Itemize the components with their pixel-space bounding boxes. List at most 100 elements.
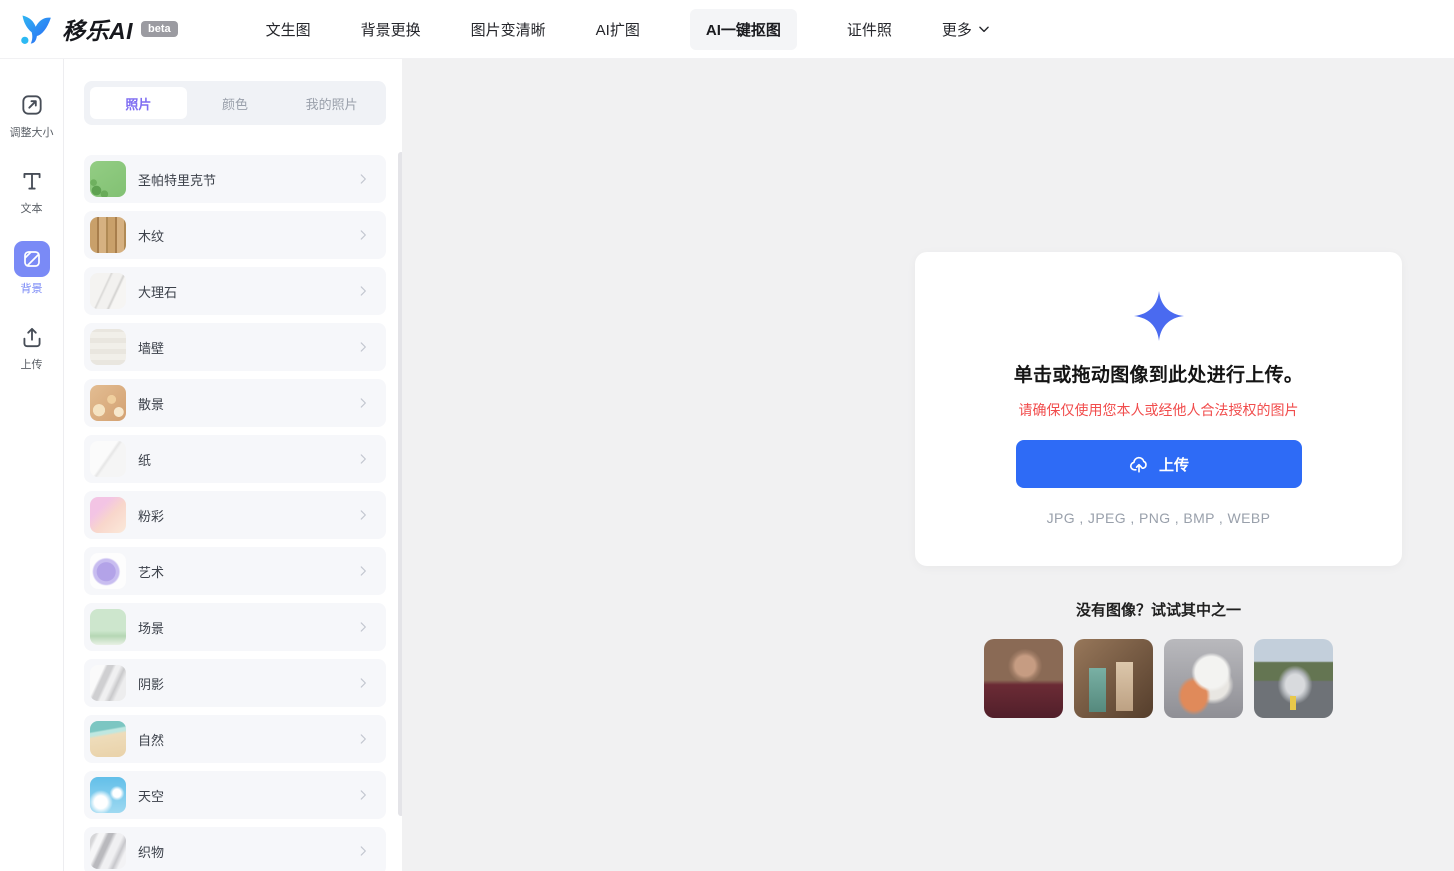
category-item-nature[interactable]: 自然 [84,715,386,763]
upload-button[interactable]: 上传 [1015,440,1302,488]
chevron-right-icon [360,566,366,576]
category-item-scene[interactable]: 场景 [84,603,386,651]
category-label: 纸 [138,452,152,468]
category-thumbnail [90,777,126,813]
chevron-right-icon [360,622,366,632]
category-item-paper[interactable]: 纸 [84,435,386,483]
tool-sidebar: 调整大小 文本 背景 上传 [0,59,64,871]
category-thumbnail [90,833,126,869]
sidebar-item-label: 文本 [20,203,43,215]
main-nav: 文生图 背景更换 图片变清晰 AI扩图 AI一键抠图 证件照 更多 [266,8,991,50]
category-label: 自然 [138,732,165,748]
category-thumbnail [90,441,126,477]
chevron-right-icon [360,230,366,240]
upload-title: 单击或拖动图像到此处进行上传。 [1013,365,1304,386]
nav-item-ai-expand[interactable]: AI扩图 [596,19,640,40]
sidebar-item-background[interactable]: 背景 [0,241,64,295]
category-item-marble[interactable]: 大理石 [84,267,386,315]
chevron-down-icon [977,22,991,36]
chevron-right-icon [360,846,366,856]
category-item-art[interactable]: 艺术 [84,547,386,595]
category-thumbnail [90,385,126,421]
upload-icon [16,321,48,353]
category-item-st-patricks[interactable]: 圣帕特里克节 [84,155,386,203]
logo-bird-icon [18,11,54,47]
tab-colors[interactable]: 颜色 [187,87,284,119]
tab-my-photos[interactable]: 我的照片 [283,87,380,119]
samples-row [915,639,1402,718]
editor-canvas: 单击或拖动图像到此处进行上传。 请确保仅使用您本人或经他人合法授权的图片 上传 … [402,59,1454,871]
category-item-shadow[interactable]: 阴影 [84,659,386,707]
background-panel: 照片 颜色 我的照片 圣帕特里克节 木纹 大理石 墙壁 散景 纸 粉彩 艺术 场… [64,59,404,871]
chevron-right-icon [360,678,366,688]
sample-image-sneaker[interactable] [1164,639,1243,718]
category-label: 粉彩 [138,508,165,524]
upload-column: 单击或拖动图像到此处进行上传。 请确保仅使用您本人或经他人合法授权的图片 上传 … [915,59,1402,718]
sidebar-item-label: 上传 [20,359,43,371]
category-label: 散景 [138,396,165,412]
category-label: 墙壁 [138,340,165,356]
category-item-bokeh[interactable]: 散景 [84,379,386,427]
category-label: 天空 [138,788,165,804]
text-icon [16,165,48,197]
category-thumbnail [90,273,126,309]
category-thumbnail [90,329,126,365]
upload-dropzone[interactable]: 单击或拖动图像到此处进行上传。 请确保仅使用您本人或经他人合法授权的图片 上传 … [915,252,1402,566]
category-label: 场景 [138,620,165,636]
category-item-wood[interactable]: 木纹 [84,211,386,259]
nav-item-ai-cutout[interactable]: AI一键抠图 [689,8,797,50]
sidebar-item-label: 调整大小 [9,127,54,139]
category-label: 圣帕特里克节 [138,172,217,188]
upload-warning: 请确保仅使用您本人或经他人合法授权的图片 [1018,402,1299,418]
sample-image-sports-car[interactable] [1254,639,1333,718]
chevron-right-icon [360,790,366,800]
logo-text: 移乐AI [62,18,133,44]
category-label: 阴影 [138,676,165,692]
top-navbar: 移乐AI beta 文生图 背景更换 图片变清晰 AI扩图 AI一键抠图 证件照… [0,0,1454,59]
background-icon [13,241,50,277]
resize-icon [16,89,48,121]
chevron-right-icon [360,286,366,296]
chevron-right-icon [360,342,366,352]
beta-badge: beta [141,21,178,37]
category-item-fabric[interactable]: 织物 [84,827,386,871]
chevron-right-icon [360,454,366,464]
sparkle-plus-icon [935,290,1382,342]
sidebar-item-label: 背景 [20,283,43,295]
panel-tabs: 照片 颜色 我的照片 [84,81,386,125]
chevron-right-icon [360,510,366,520]
category-label: 织物 [138,844,165,860]
sample-image-portrait-woman[interactable] [984,639,1063,718]
app-logo[interactable]: 移乐AI beta [18,11,178,47]
supported-formats: JPG , JPEG , PNG , BMP , WEBP [1046,510,1271,526]
category-item-pastel[interactable]: 粉彩 [84,491,386,539]
sidebar-item-upload[interactable]: 上传 [0,321,64,371]
category-item-wall[interactable]: 墙壁 [84,323,386,371]
category-thumbnail [90,609,126,645]
category-list: 圣帕特里克节 木纹 大理石 墙壁 散景 纸 粉彩 艺术 场景 阴影 自然 天空 … [84,155,386,871]
tab-photos[interactable]: 照片 [90,87,187,119]
nav-item-text-to-image[interactable]: 文生图 [266,19,311,40]
category-thumbnail [90,665,126,701]
samples-title: 没有图像？试试其中之一 [1075,602,1241,619]
chevron-right-icon [360,174,366,184]
chevron-right-icon [360,398,366,408]
nav-item-more-label: 更多 [941,21,972,39]
category-thumbnail [90,217,126,253]
sidebar-item-resize[interactable]: 调整大小 [0,89,64,139]
category-thumbnail [90,497,126,533]
upload-button-label: 上传 [1158,456,1189,474]
chevron-right-icon [360,734,366,744]
category-label: 木纹 [138,228,165,244]
category-item-sky[interactable]: 天空 [84,771,386,819]
category-label: 艺术 [138,564,165,580]
cloud-upload-icon [1128,453,1150,475]
nav-item-more[interactable]: 更多 [942,19,991,40]
sample-image-cosmetic-bottles[interactable] [1074,639,1153,718]
nav-item-id-photo[interactable]: 证件照 [847,19,892,40]
nav-item-image-sharpen[interactable]: 图片变清晰 [471,19,546,40]
sidebar-item-text[interactable]: 文本 [0,165,64,215]
category-thumbnail [90,721,126,757]
category-thumbnail [90,161,126,197]
nav-item-background-swap[interactable]: 背景更换 [361,19,421,40]
